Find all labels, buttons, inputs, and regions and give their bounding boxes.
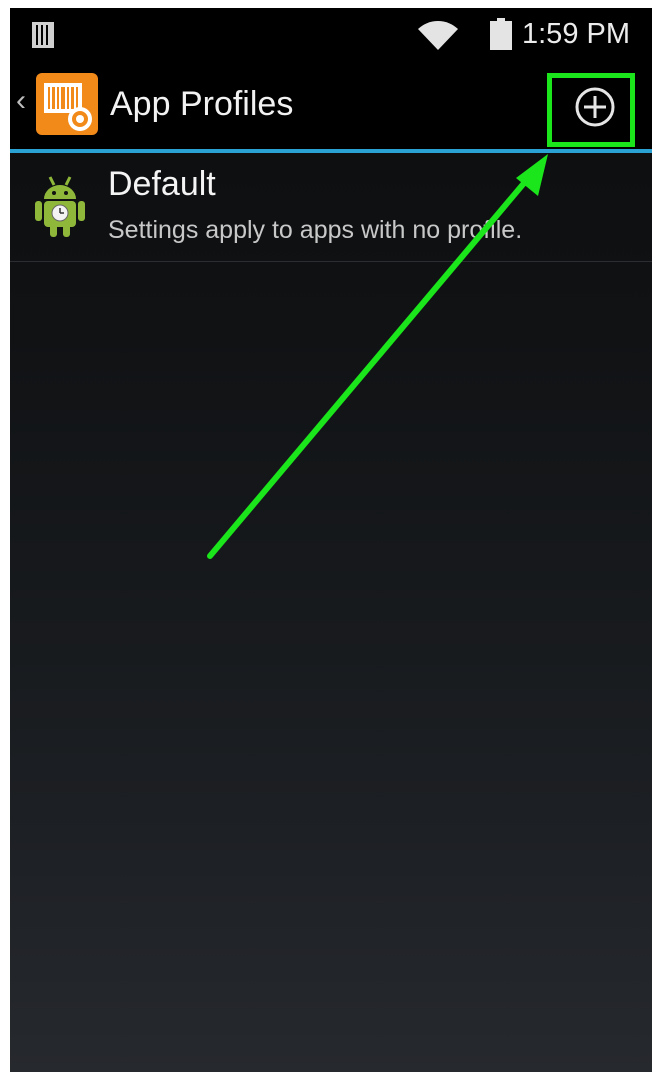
wifi-icon bbox=[418, 21, 458, 50]
sim-card-icon bbox=[32, 22, 54, 48]
status-time: 1:59 PM bbox=[522, 18, 630, 50]
profile-subtitle: Settings apply to apps with no profile. bbox=[108, 216, 523, 244]
phone-screen: 1:59 PM ‹ App Profiles Default Settings … bbox=[10, 8, 652, 1072]
back-caret-icon[interactable]: ‹ bbox=[16, 86, 26, 116]
annotation-highlight-box bbox=[547, 73, 635, 147]
android-icon bbox=[35, 176, 85, 237]
profile-list-item-default[interactable]: Default Settings apply to apps with no p… bbox=[10, 153, 652, 261]
page-title: App Profiles bbox=[110, 85, 294, 123]
battery-icon bbox=[490, 18, 512, 50]
status-bar: 1:59 PM bbox=[10, 8, 652, 58]
profile-title: Default bbox=[108, 165, 216, 203]
list-divider bbox=[10, 261, 652, 262]
barcode-settings-icon[interactable] bbox=[36, 73, 98, 135]
